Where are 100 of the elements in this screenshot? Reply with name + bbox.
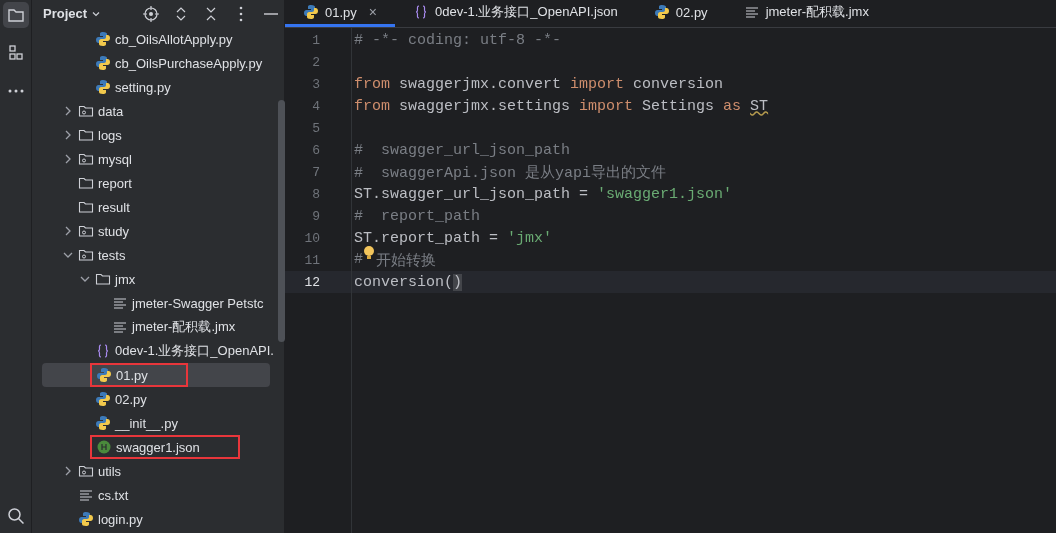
tree-item[interactable]: swagger1.json xyxy=(42,435,270,459)
tree-item[interactable]: 01.py xyxy=(42,363,270,387)
more-vertical-icon xyxy=(239,5,243,22)
scrollbar[interactable] xyxy=(278,100,285,342)
line-number: 5 xyxy=(311,120,321,136)
code-token: 开始转换 xyxy=(376,251,436,270)
code-token: conversion xyxy=(632,75,724,93)
code-token: 'jmx' xyxy=(507,229,553,247)
line-number: 12 xyxy=(303,274,321,290)
code-token: import xyxy=(579,97,634,115)
lightbulb-icon[interactable] xyxy=(363,244,375,261)
tree-item[interactable]: result xyxy=(42,195,270,219)
editor-tab[interactable]: 0dev-1.业务接口_OpenAPI.json xyxy=(395,0,636,27)
structure-icon xyxy=(6,44,25,62)
line-number: 2 xyxy=(311,54,321,70)
line-number: 4 xyxy=(311,98,321,114)
minimize-icon xyxy=(264,11,278,16)
text-file-icon xyxy=(112,319,128,335)
tree-item[interactable]: report xyxy=(42,171,270,195)
tree-item[interactable]: logs xyxy=(42,123,270,147)
code-token: conversion( xyxy=(354,273,454,291)
tree-item[interactable]: jmx xyxy=(42,267,270,291)
annotation-box: swagger1.json xyxy=(90,435,240,459)
tree-item[interactable]: setting.py xyxy=(42,75,270,99)
code-token: ST xyxy=(750,97,769,115)
tree-item[interactable]: mysql xyxy=(42,147,270,171)
code-token: ST.swagger_url_json_path = xyxy=(354,185,590,203)
folder-icon xyxy=(6,6,25,24)
code-token: 'swagger1.json' xyxy=(597,185,733,203)
python-file-icon xyxy=(78,511,94,527)
more-icon xyxy=(6,88,25,94)
editor-tab[interactable]: 02.py xyxy=(635,0,726,27)
tree-item[interactable]: cb_OilsAllotApply.py xyxy=(42,27,270,51)
close-button[interactable]: × xyxy=(368,4,377,20)
tree-item[interactable]: tests xyxy=(42,243,270,267)
python-file-icon xyxy=(95,79,111,95)
tree-item[interactable]: cs.txt xyxy=(42,483,270,507)
code-token: from xyxy=(354,75,390,93)
crosshair-icon xyxy=(143,5,159,22)
code-token: # swaggerApi.json 是从yapi导出的文件 xyxy=(354,163,667,182)
code-token: # report_path xyxy=(354,207,481,225)
tree-item[interactable]: jmeter-配积载.jmx xyxy=(42,315,270,339)
code-token: ST.report_path = xyxy=(354,229,500,247)
folder-icon xyxy=(95,271,111,287)
tab-label: 01.py xyxy=(325,4,357,20)
python-file-icon xyxy=(95,55,111,71)
editor-tab[interactable]: jmeter-配积载.jmx xyxy=(725,0,887,27)
code-token: ) xyxy=(453,273,463,291)
line-number: 11 xyxy=(303,252,321,268)
python-file-icon xyxy=(95,31,111,47)
line-number: 8 xyxy=(311,186,321,202)
text-file-icon xyxy=(112,295,128,311)
folder-icon xyxy=(78,175,94,191)
code-token: as xyxy=(723,97,743,115)
code-token: # -*- coding: utf-8 -*- xyxy=(354,31,562,49)
code-token: # xyxy=(354,250,363,270)
tree-item[interactable]: login.py xyxy=(42,507,270,531)
code-token: import xyxy=(570,75,625,93)
tab-label: 0dev-1.业务接口_OpenAPI.json xyxy=(435,3,618,21)
tree-item[interactable]: 02.py xyxy=(42,387,270,411)
line-number: 1 xyxy=(311,32,321,48)
json-file-icon xyxy=(96,439,112,455)
tab-label: jmeter-配积载.jmx xyxy=(765,3,869,21)
folder-tool-button[interactable] xyxy=(2,2,29,28)
tree-item[interactable]: jmeter-Swagger Petstc xyxy=(42,291,270,315)
package-folder-icon xyxy=(78,223,94,239)
tree-item[interactable]: utils xyxy=(42,459,270,483)
code-token: # swagger_url_json_path xyxy=(354,141,571,159)
expand-icon xyxy=(175,5,187,22)
line-number: 7 xyxy=(311,164,321,180)
annotation-box: 01.py xyxy=(90,363,188,387)
text-file-icon xyxy=(78,487,94,503)
text-file-icon xyxy=(743,4,760,20)
package-folder-icon xyxy=(78,463,94,479)
python-file-icon xyxy=(653,4,670,20)
python-file-icon xyxy=(303,4,319,20)
tree-item[interactable]: cb_OilsPurchaseApply.py xyxy=(42,51,270,75)
line-number: 6 xyxy=(311,142,321,158)
line-number: 3 xyxy=(311,76,321,92)
tree-item[interactable]: data xyxy=(42,99,270,123)
code-token: from xyxy=(354,97,390,115)
folder-icon xyxy=(78,127,94,143)
panel-title[interactable]: Project xyxy=(43,6,102,21)
folder-icon xyxy=(78,199,94,215)
editor-tab[interactable]: 01.py × xyxy=(285,0,395,27)
braces-icon xyxy=(95,343,111,359)
line-number: 10 xyxy=(303,230,321,246)
code-token: swaggerjmx.convert xyxy=(398,75,563,93)
python-file-icon xyxy=(95,415,111,431)
tree-item[interactable]: __init__.py xyxy=(42,411,270,435)
python-file-icon xyxy=(96,367,112,383)
tree-item[interactable]: study xyxy=(42,219,270,243)
python-file-icon xyxy=(95,391,111,407)
tab-label: 02.py xyxy=(675,4,708,20)
package-folder-icon xyxy=(78,151,94,167)
code-token: swaggerjmx.settings xyxy=(398,97,572,115)
line-number: 9 xyxy=(311,208,321,224)
braces-icon xyxy=(413,4,429,20)
collapse-icon xyxy=(205,5,217,22)
package-folder-icon xyxy=(78,103,94,119)
